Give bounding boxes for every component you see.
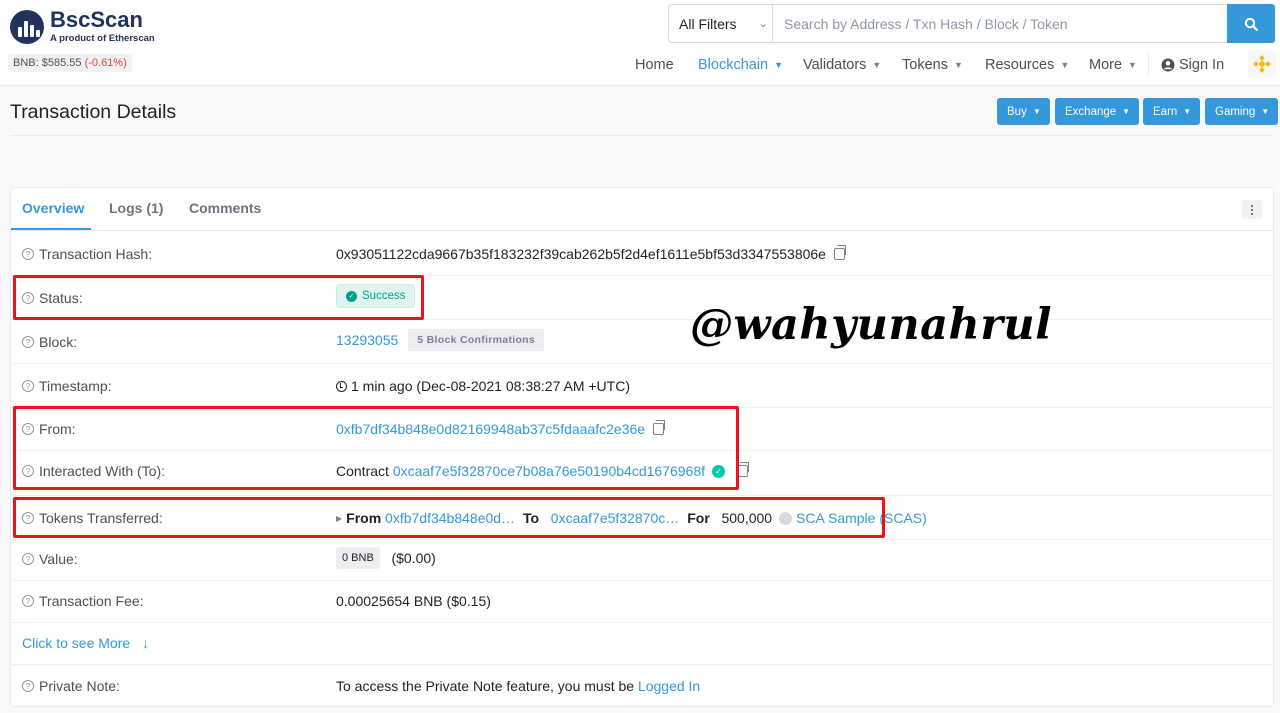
user-icon [1161, 58, 1175, 72]
tab-overview[interactable]: Overview [22, 200, 84, 216]
question-icon[interactable]: ? [22, 248, 34, 260]
bscscan-logo[interactable]: BscScan A product of Etherscan [10, 9, 155, 44]
row-divider [11, 622, 1273, 623]
gaming-button[interactable]: Gaming ▼ [1205, 98, 1279, 125]
logged-in-link[interactable]: Logged In [638, 678, 700, 694]
nav-resources[interactable]: Resources ▼ [985, 55, 1069, 75]
bnb-network-button[interactable] [1248, 50, 1276, 78]
value-bnb-badge: 0 BNB [336, 547, 380, 569]
row-divider [11, 363, 1273, 364]
search-input[interactable] [773, 5, 1227, 42]
chevron-down-icon: ▼ [1183, 107, 1192, 116]
arrow-down-icon: ↓ [142, 635, 150, 651]
search-button[interactable] [1227, 4, 1275, 43]
highlight-from-to [13, 406, 739, 490]
copy-icon[interactable] [833, 245, 846, 260]
timestamp-label: ? Timestamp: [22, 376, 112, 396]
logo-chart-icon [10, 9, 44, 44]
title-divider [10, 135, 1272, 136]
value-label: ? Value: [22, 549, 78, 569]
watermark-text: @wahyunahrul [690, 300, 1053, 350]
row-divider [11, 495, 1273, 496]
chevron-down-icon: ▼ [1060, 60, 1070, 70]
chevron-down-icon: ▼ [774, 60, 784, 70]
brand-name: BscScan [50, 7, 143, 32]
earn-button[interactable]: Earn ▼ [1143, 98, 1201, 125]
page-title: Transaction Details [10, 101, 177, 123]
site-header: BscScan A product of Etherscan BNB: $585… [0, 0, 1280, 86]
exchange-button[interactable]: Exchange ▼ [1055, 98, 1140, 125]
fee-label: ? Transaction Fee: [22, 591, 144, 611]
value-value: 0 BNB ($0.00) [336, 547, 436, 569]
question-icon[interactable]: ? [22, 680, 34, 692]
hash-label: ? Transaction Hash: [22, 244, 152, 264]
block-number-link[interactable]: 13293055 [336, 332, 398, 348]
chevron-down-icon: ▼ [953, 60, 963, 70]
nav-home[interactable]: Home [635, 55, 674, 75]
block-label: ? Block: [22, 332, 77, 352]
private-note-label: ? Private Note: [22, 676, 120, 696]
question-icon[interactable]: ? [22, 595, 34, 607]
brand-tagline: A product of Etherscan [50, 33, 155, 44]
search-bar: All Filters ⌄ [668, 4, 1275, 43]
nav-validators[interactable]: Validators ▼ [803, 55, 881, 75]
nav-divider [1148, 52, 1149, 76]
chevron-down-icon: ⌄ [758, 18, 768, 30]
nav-blockchain[interactable]: Blockchain ▼ [698, 55, 783, 75]
nav-more[interactable]: More ▼ [1089, 55, 1137, 75]
question-icon[interactable]: ? [22, 553, 34, 565]
tab-comments[interactable]: Comments [189, 200, 261, 216]
tab-logs[interactable]: Logs (1) [109, 200, 163, 216]
chevron-down-icon: ▼ [1261, 107, 1270, 116]
row-divider [11, 664, 1273, 665]
more-options-button[interactable] [1242, 200, 1262, 219]
question-icon[interactable]: ? [22, 336, 34, 348]
bnb-price: BNB: $585.55 (-0.61%) [8, 54, 132, 72]
clock-icon [336, 380, 347, 392]
search-filter-select[interactable]: All Filters ⌄ [669, 5, 773, 42]
chevron-down-icon: ▼ [1128, 60, 1137, 70]
fee-value: 0.00025654 BNB ($0.15) [336, 593, 491, 609]
private-note-value: To access the Private Note feature, you … [336, 678, 701, 694]
chevron-down-icon: ▼ [1032, 107, 1041, 116]
hash-value: 0x93051122cda9667b35f183232f39cab262b5f2… [336, 244, 846, 264]
row-divider [11, 539, 1273, 540]
highlight-tokens [13, 497, 885, 538]
block-value: 13293055 5 Block Confirmations [336, 329, 545, 351]
nav-tokens[interactable]: Tokens ▼ [902, 55, 963, 75]
question-icon[interactable]: ? [22, 380, 34, 392]
row-divider [11, 580, 1273, 581]
chevron-down-icon: ▼ [1122, 107, 1131, 116]
active-tab-indicator [11, 228, 91, 230]
price-change: (-0.61%) [84, 57, 127, 69]
timestamp-value: 1 min ago (Dec-08-2021 08:38:27 AM +UTC) [336, 376, 630, 396]
confirmations-badge: 5 Block Confirmations [408, 329, 545, 351]
tab-bar: Overview Logs (1) Comments [11, 188, 1273, 231]
see-more-link[interactable]: Click to see More ↓ [22, 633, 149, 653]
buy-button[interactable]: Buy ▼ [997, 98, 1050, 125]
search-icon [1244, 17, 1258, 31]
chevron-down-icon: ▼ [872, 60, 882, 70]
highlight-status [13, 275, 424, 320]
bnb-logo-icon [1253, 55, 1271, 73]
nav-sign-in[interactable]: Sign In [1161, 55, 1224, 75]
